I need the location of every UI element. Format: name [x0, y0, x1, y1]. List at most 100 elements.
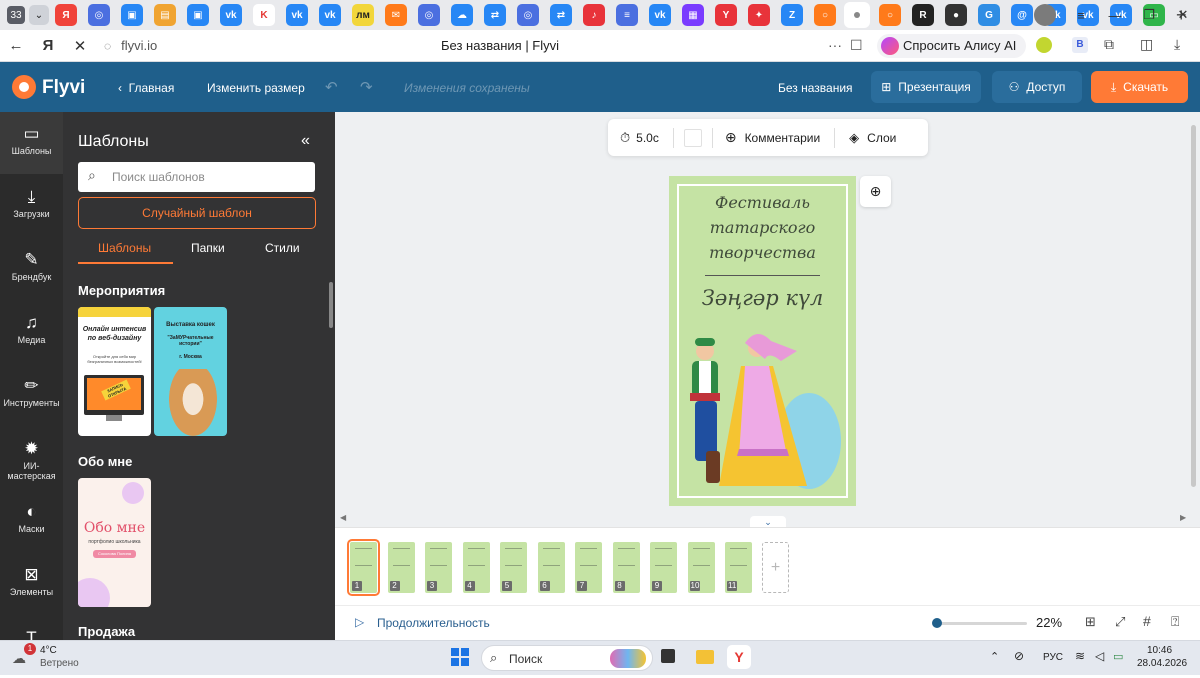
- tab-styles[interactable]: Стили: [265, 241, 300, 255]
- rail-item-4[interactable]: ♫ Медиа: [0, 301, 63, 363]
- tab-folder-icon[interactable]: ▤: [154, 4, 176, 26]
- dancing-couple-illustration[interactable]: [669, 321, 856, 501]
- comments-button[interactable]: Комментарии: [745, 131, 821, 145]
- slide-thumbnail[interactable]: 9: [650, 542, 677, 593]
- wifi-icon[interactable]: ≋: [1075, 649, 1085, 663]
- volume-icon[interactable]: ◁: [1095, 649, 1104, 663]
- scroll-left-arrow-icon[interactable]: ◀: [340, 513, 346, 522]
- slide-title-line-1[interactable]: Фестиваль: [669, 193, 856, 212]
- timer-icon[interactable]: ⏱: [620, 130, 630, 146]
- restore-icon[interactable]: ❐: [1132, 7, 1166, 23]
- access-button[interactable]: ⚇ Доступ: [992, 71, 1082, 103]
- tab-mail-icon[interactable]: ◎: [88, 4, 110, 26]
- bookmark-icon[interactable]: ☐: [850, 37, 863, 54]
- slide-thumbnail[interactable]: 1: [347, 539, 380, 596]
- tab-yandex-icon[interactable]: Я: [55, 4, 77, 26]
- tab-at-icon[interactable]: @: [1011, 4, 1033, 26]
- close-window-icon[interactable]: ✕: [1166, 7, 1200, 23]
- tab-app-icon[interactable]: ▦: [682, 4, 704, 26]
- panel-scrollbar[interactable]: [329, 282, 333, 328]
- tab-lm-icon[interactable]: лм: [352, 4, 374, 26]
- tray-chevron-icon[interactable]: ⌃: [990, 650, 999, 663]
- presentation-button[interactable]: ⊞ Презентация: [871, 71, 981, 103]
- tab-vk-icon[interactable]: ▣: [121, 4, 143, 26]
- rail-item-7[interactable]: ◐ Маски: [0, 490, 63, 552]
- tab-z-icon[interactable]: Z: [781, 4, 803, 26]
- template-card-cats[interactable]: Выставка кошек "ЗаМУРчательные истории" …: [154, 307, 227, 436]
- add-slide-button[interactable]: +: [762, 542, 789, 593]
- layers-button[interactable]: Слои: [867, 131, 896, 145]
- background-color-swatch[interactable]: [683, 128, 702, 147]
- resize-link[interactable]: Изменить размер: [207, 81, 305, 95]
- clock-time[interactable]: 10:46: [1147, 645, 1172, 656]
- comment-plus-icon[interactable]: ⊕: [725, 129, 737, 146]
- tab-doc-icon[interactable]: ≡: [616, 4, 638, 26]
- slide-subtitle[interactable]: Зәңгәр күл: [669, 286, 856, 310]
- download-button[interactable]: ⤓ Скачать: [1091, 71, 1188, 103]
- rail-item-6[interactable]: ✹ ИИ-мастерская: [0, 427, 63, 489]
- slide-thumbnail[interactable]: 7: [575, 542, 602, 593]
- tab-puzzle-icon[interactable]: ✦: [748, 4, 770, 26]
- profile-avatar[interactable]: [1034, 4, 1056, 26]
- active-tab[interactable]: [844, 2, 870, 28]
- tab-sphere-icon[interactable]: ●: [945, 4, 967, 26]
- logo-text[interactable]: Flyvi: [42, 77, 85, 99]
- tab-circle-icon[interactable]: ○: [879, 4, 901, 26]
- document-name[interactable]: Без названия: [778, 81, 853, 95]
- home-link[interactable]: ‹ Главная: [118, 81, 174, 95]
- slide-thumbnail[interactable]: 8: [612, 542, 640, 593]
- random-template-button[interactable]: Случайный шаблон: [78, 197, 316, 229]
- tab-arrows-icon[interactable]: ⇄: [484, 4, 506, 26]
- zoom-slider-knob[interactable]: [932, 618, 942, 628]
- tab-vk-icon[interactable]: vk: [286, 4, 308, 26]
- tab-music-icon[interactable]: ♪: [583, 4, 605, 26]
- hash-grid-icon[interactable]: #: [1143, 613, 1151, 629]
- rail-item-3[interactable]: ✎ Брендбук: [0, 238, 63, 300]
- tab-vk-icon[interactable]: vk: [649, 4, 671, 26]
- slide-thumbnail[interactable]: 2: [387, 542, 415, 593]
- rail-item-1[interactable]: ▭ Шаблоны: [0, 112, 63, 174]
- redo-icon[interactable]: ↷: [360, 78, 373, 96]
- extension-icon[interactable]: [1036, 37, 1052, 53]
- template-card-about-me[interactable]: Обо мне портфолио школьника Соколова Пол…: [78, 478, 151, 607]
- tab-vk-icon[interactable]: ▣: [187, 4, 209, 26]
- tab-list-chevron-icon[interactable]: ⌄: [29, 5, 49, 25]
- more-dots-icon[interactable]: ···: [828, 37, 842, 53]
- task-view-icon[interactable]: [661, 649, 675, 663]
- menu-icon[interactable]: ≡: [1064, 8, 1098, 23]
- slide-thumbnail[interactable]: 4: [462, 542, 490, 593]
- fullscreen-icon[interactable]: ⤢: [1115, 614, 1125, 630]
- tab-arrows-icon[interactable]: ⇄: [550, 4, 572, 26]
- help-icon[interactable]: ⍰: [1171, 613, 1179, 630]
- tab-vk-icon[interactable]: vk: [319, 4, 341, 26]
- tab-vk-icon[interactable]: vk: [220, 4, 242, 26]
- tab-count-badge[interactable]: 33: [7, 6, 25, 24]
- play-icon[interactable]: ▷: [355, 615, 364, 629]
- alice-ai-button[interactable]: Спросить Алису AI: [877, 34, 1027, 58]
- yandex-browser-icon[interactable]: Y: [727, 645, 751, 669]
- zoom-slider[interactable]: [932, 618, 1027, 628]
- weather-icon[interactable]: ☁: [12, 650, 26, 667]
- template-search-input[interactable]: ⌕ Поиск шаблонов: [78, 162, 315, 192]
- tab-circle-icon[interactable]: ○: [814, 4, 836, 26]
- downloads-icon[interactable]: ⤓: [1174, 36, 1180, 53]
- slide-canvas[interactable]: Фестиваль татарского творчества Зәңгәр к…: [669, 176, 856, 506]
- rail-item-5[interactable]: ✏ Инструменты: [0, 364, 63, 426]
- rail-item-2[interactable]: ⤓ Загрузки: [0, 175, 63, 237]
- network-off-icon[interactable]: ⊘: [1014, 649, 1024, 663]
- puzzle-icon[interactable]: ⧉: [1104, 36, 1114, 53]
- slide-title-line-3[interactable]: творчества: [669, 243, 856, 262]
- slide-thumbnail[interactable]: 6: [537, 542, 565, 593]
- slide-thumbnail[interactable]: 11: [725, 542, 752, 593]
- slide-thumbnail[interactable]: 5: [500, 542, 527, 593]
- slide-thumbnail[interactable]: 3: [425, 542, 452, 593]
- windows-start-icon[interactable]: [451, 648, 469, 666]
- clock-date[interactable]: 28.04.2026: [1137, 658, 1187, 669]
- collapse-panel-icon[interactable]: «: [301, 132, 310, 150]
- duration-link[interactable]: Продолжительность: [377, 616, 490, 630]
- undo-icon[interactable]: ↶: [325, 78, 338, 96]
- tab-mail-icon[interactable]: ✉: [385, 4, 407, 26]
- tab-circle-icon[interactable]: ◎: [517, 4, 539, 26]
- extension-b-icon[interactable]: B: [1072, 37, 1088, 53]
- canvas-vertical-scrollbar[interactable]: [1191, 125, 1196, 487]
